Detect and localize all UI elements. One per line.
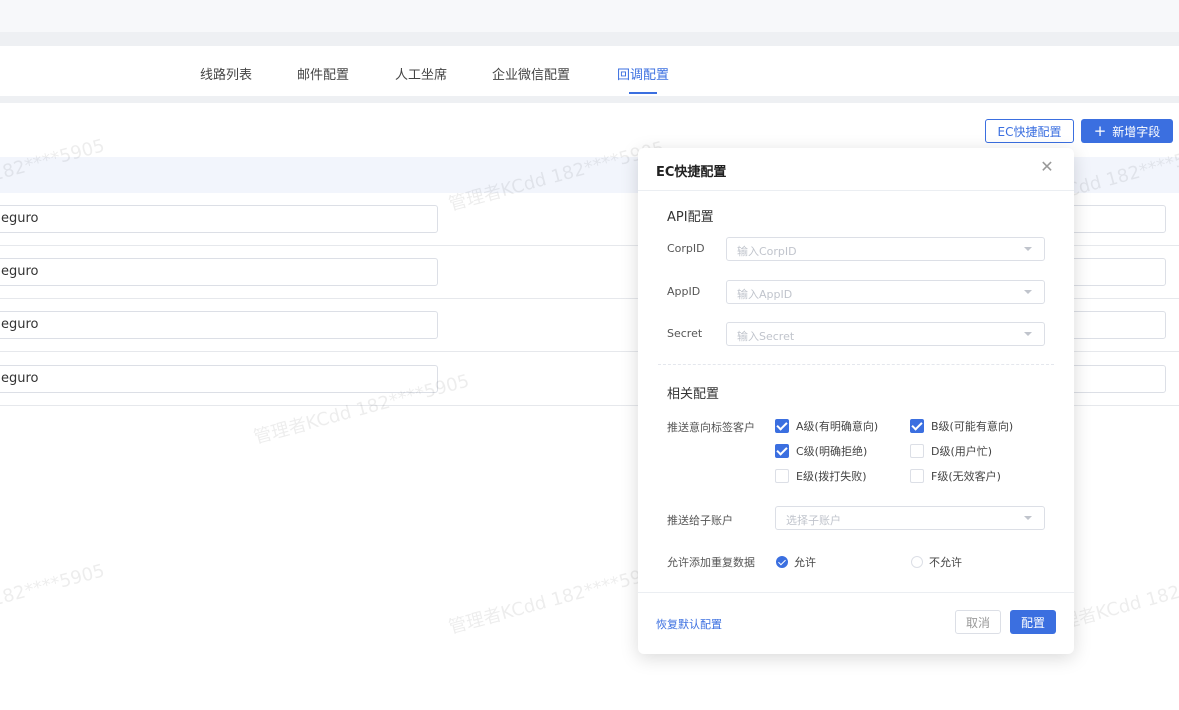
- section-divider: [658, 364, 1054, 365]
- ec-quick-config-button[interactable]: EC快捷配置: [985, 119, 1074, 143]
- config-tabs: 线路列表 邮件配置 人工坐席 企业微信配置 回调配置: [0, 46, 1179, 96]
- confirm-button[interactable]: 配置: [1010, 610, 1056, 634]
- disallow-radio[interactable]: 不允许: [911, 554, 962, 570]
- header-separator: [0, 32, 1179, 46]
- tab-wecom-config[interactable]: 企业微信配置: [492, 64, 570, 83]
- field-extra-input[interactable]: [1070, 311, 1166, 339]
- checkbox-checked-icon: [910, 419, 924, 433]
- field-value-input[interactable]: eguro: [0, 205, 438, 233]
- level-c-label: C级(明确拒绝): [796, 445, 868, 458]
- field-extra-input[interactable]: [1070, 205, 1166, 233]
- chevron-down-icon: [1024, 516, 1032, 520]
- level-f-label: F级(无效客户): [931, 470, 1001, 483]
- field-value-input[interactable]: eguro: [0, 258, 438, 286]
- allow-label: 允许: [794, 556, 816, 569]
- ec-quick-config-dialog: EC快捷配置 ✕ API配置 CorpID 输入CorpID AppID 输入A…: [638, 148, 1074, 654]
- level-c-checkbox[interactable]: C级(明确拒绝): [775, 443, 867, 459]
- cancel-button[interactable]: 取消: [955, 610, 1001, 634]
- tab-line-list[interactable]: 线路列表: [200, 64, 252, 83]
- push-account-label: 推送给子账户: [667, 514, 733, 527]
- dialog-title: EC快捷配置: [656, 165, 727, 180]
- secret-input[interactable]: 输入Secret: [726, 322, 1045, 346]
- add-field-button[interactable]: + 新增字段: [1081, 119, 1173, 143]
- watermark: 管理者KCdd 182****5905: [446, 560, 667, 639]
- active-tab-indicator: [629, 92, 657, 94]
- tab-callback-config[interactable]: 回调配置: [617, 64, 669, 83]
- appid-label: AppID: [667, 285, 701, 298]
- field-value-input[interactable]: eguro: [0, 311, 438, 339]
- chevron-down-icon: [1024, 290, 1032, 294]
- dialog-header-divider: [638, 190, 1074, 191]
- level-d-checkbox[interactable]: D级(用户忙): [910, 443, 992, 459]
- restore-default-link[interactable]: 恢复默认配置: [656, 616, 722, 632]
- sub-account-select[interactable]: 选择子账户: [775, 506, 1045, 530]
- checkbox-empty-icon: [910, 444, 924, 458]
- corpid-label: CorpID: [667, 242, 705, 255]
- watermark: 182****5905: [0, 560, 107, 611]
- disallow-label: 不允许: [929, 556, 962, 569]
- chevron-down-icon: [1024, 332, 1032, 336]
- plus-icon: +: [1093, 121, 1107, 140]
- level-b-checkbox[interactable]: B级(可能有意向): [910, 418, 1013, 434]
- secret-placeholder: 输入Secret: [737, 330, 795, 343]
- tabs-separator: [0, 96, 1179, 103]
- allow-duplicate-label: 允许添加重复数据: [667, 556, 755, 569]
- related-section-title: 相关配置: [667, 387, 720, 402]
- field-extra-input[interactable]: [1070, 258, 1166, 286]
- level-e-checkbox[interactable]: E级(拨打失败): [775, 468, 867, 484]
- close-icon[interactable]: ✕: [1038, 158, 1056, 176]
- chevron-down-icon: [1024, 247, 1032, 251]
- checkbox-empty-icon: [910, 469, 924, 483]
- corpid-input[interactable]: 输入CorpID: [726, 237, 1045, 261]
- tab-mail-config[interactable]: 邮件配置: [297, 64, 349, 83]
- dialog-footer-divider: [638, 592, 1074, 593]
- level-d-label: D级(用户忙): [931, 445, 993, 458]
- checkbox-empty-icon: [775, 469, 789, 483]
- level-e-label: E级(拨打失败): [796, 470, 867, 483]
- sub-account-placeholder: 选择子账户: [786, 514, 841, 527]
- push-tag-label: 推送意向标签客户: [667, 421, 755, 434]
- corpid-placeholder: 输入CorpID: [737, 245, 797, 258]
- radio-empty-icon: [911, 556, 923, 568]
- checkbox-checked-icon: [775, 444, 789, 458]
- add-field-label: 新增字段: [1112, 124, 1161, 139]
- field-value-input[interactable]: eguro: [0, 365, 438, 393]
- field-extra-input[interactable]: [1070, 365, 1166, 393]
- level-a-checkbox[interactable]: A级(有明确意向): [775, 418, 878, 434]
- checkbox-checked-icon: [775, 419, 789, 433]
- level-b-label: B级(可能有意向): [931, 420, 1014, 433]
- tab-manual-seat[interactable]: 人工坐席: [395, 64, 447, 83]
- api-section-title: API配置: [667, 210, 714, 225]
- radio-selected-icon: [776, 556, 788, 568]
- appid-placeholder: 输入AppID: [737, 288, 793, 301]
- allow-radio[interactable]: 允许: [776, 554, 816, 570]
- secret-label: Secret: [667, 327, 703, 340]
- top-header-bar: [0, 0, 1179, 32]
- level-a-label: A级(有明确意向): [796, 420, 879, 433]
- level-f-checkbox[interactable]: F级(无效客户): [910, 468, 1001, 484]
- appid-input[interactable]: 输入AppID: [726, 280, 1045, 304]
